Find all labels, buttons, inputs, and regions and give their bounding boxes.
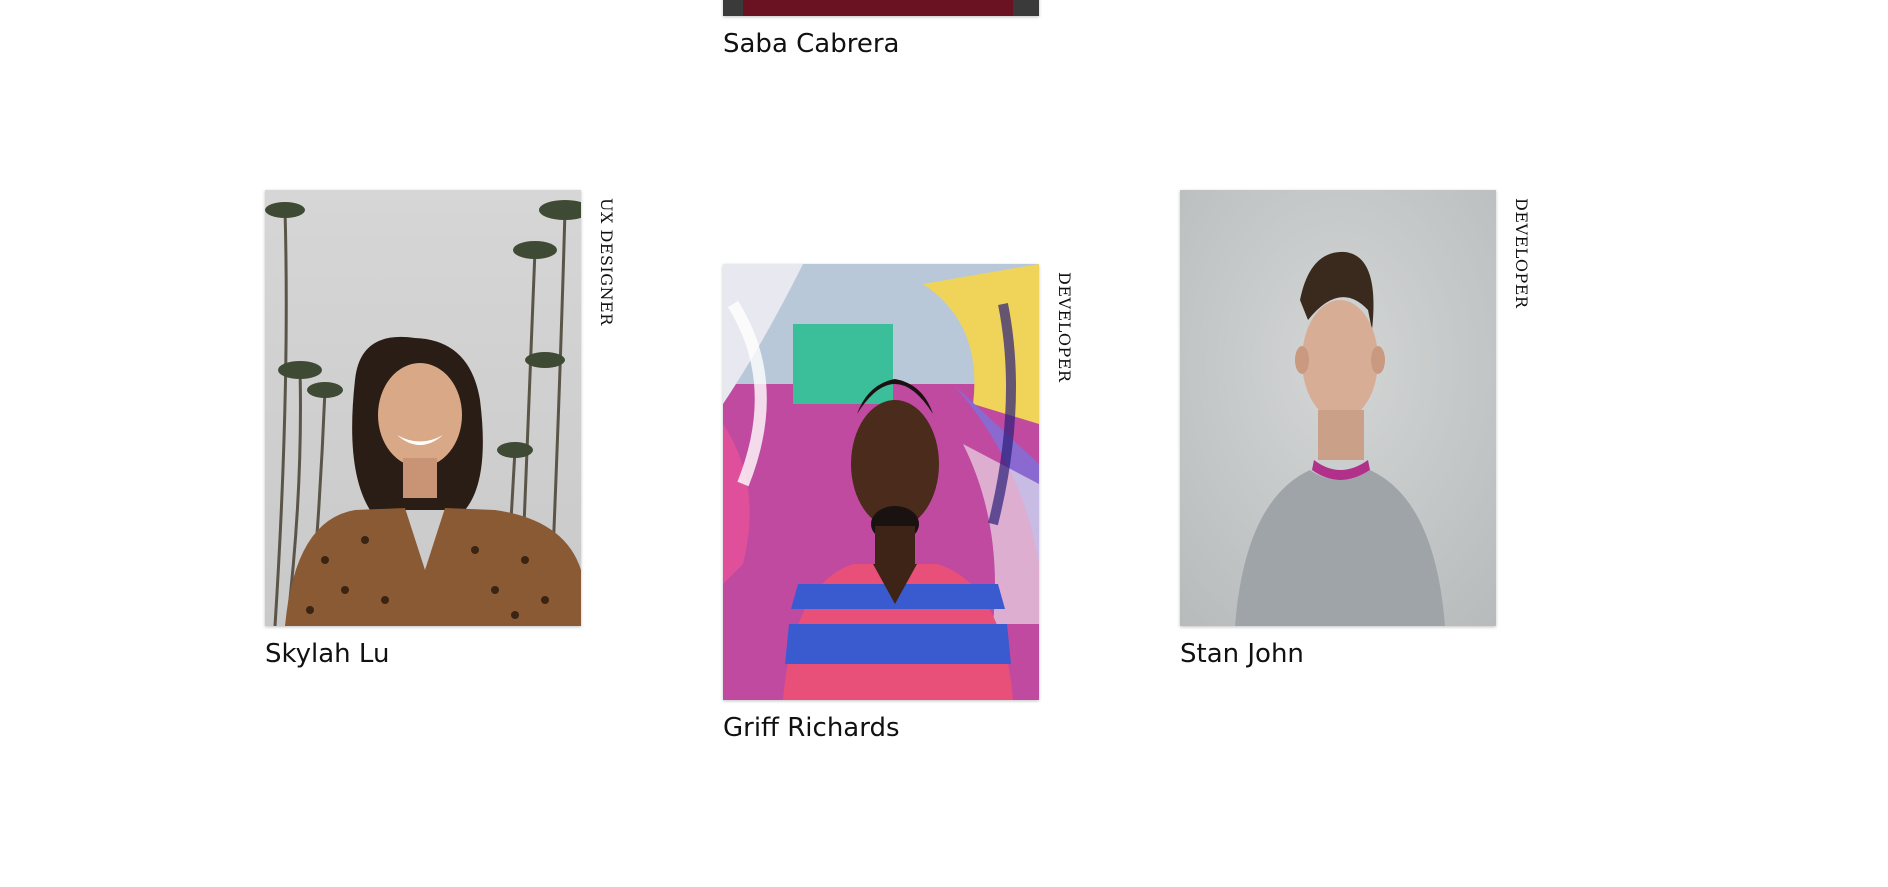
- member-photo: [723, 264, 1039, 700]
- team-card-saba[interactable]: Saba Cabrera: [723, 0, 1039, 60]
- member-photo: [265, 190, 581, 626]
- team-page: Saba Cabrera UX DESIGNER Skylah Lu DEVEL…: [0, 0, 1888, 887]
- member-photo: [1180, 190, 1496, 626]
- team-card-skylah[interactable]: UX DESIGNER Skylah Lu: [265, 190, 616, 670]
- member-name: Stan John: [1180, 639, 1304, 669]
- team-card-stan[interactable]: DEVELOPER Stan John: [1180, 190, 1531, 670]
- member-name: Skylah Lu: [265, 639, 390, 669]
- member-role: DEVELOPER: [1512, 198, 1531, 309]
- member-name: Saba Cabrera: [723, 29, 900, 59]
- team-card-griff[interactable]: DEVELOPER Griff Richards: [723, 264, 1074, 744]
- member-role: UX DESIGNER: [597, 198, 616, 326]
- member-name: Griff Richards: [723, 713, 900, 743]
- member-role: DEVELOPER: [1055, 272, 1074, 383]
- member-photo: [723, 0, 1039, 16]
